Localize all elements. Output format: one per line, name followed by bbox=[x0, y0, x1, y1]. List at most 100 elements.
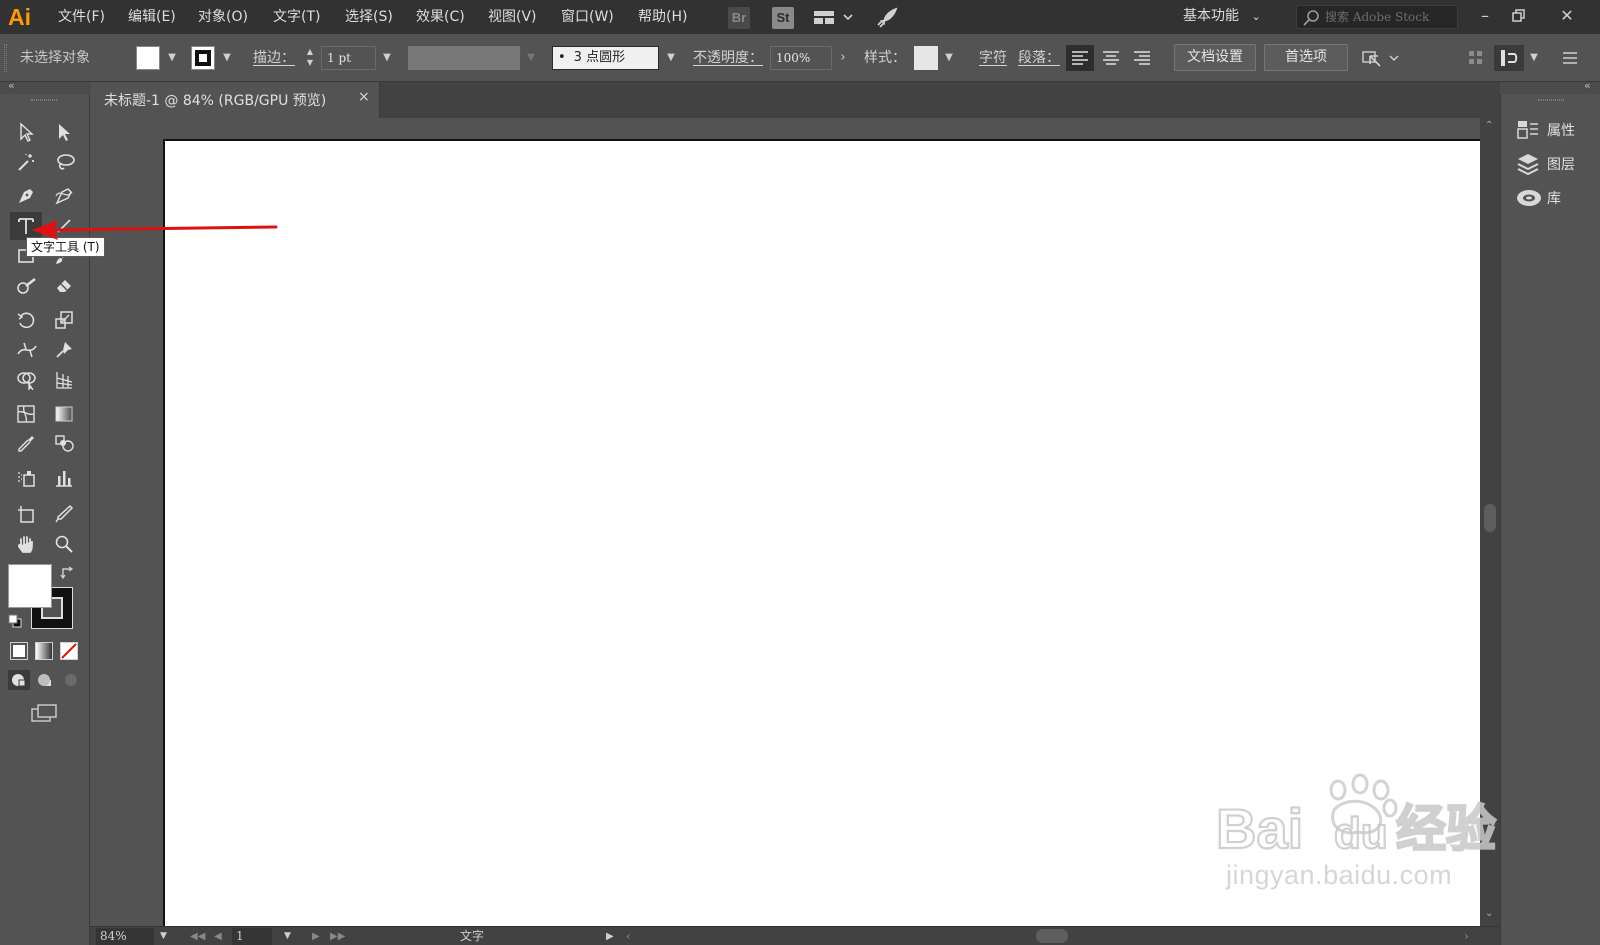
first-artboard-icon[interactable]: ◀◀ bbox=[190, 928, 205, 945]
close-document-button[interactable]: × bbox=[358, 89, 370, 105]
vertical-scroll-thumb[interactable] bbox=[1484, 504, 1496, 532]
document-tab[interactable]: 未标题-1 @ 84% (RGB/GPU 预览) × bbox=[90, 82, 380, 118]
select-similar-button[interactable] bbox=[1360, 46, 1402, 70]
none-mode-button[interactable] bbox=[60, 642, 78, 660]
control-bar-grip[interactable] bbox=[4, 44, 7, 72]
scroll-left-icon[interactable]: ‹ bbox=[626, 928, 631, 945]
direct-selection-tool[interactable] bbox=[48, 118, 80, 146]
gradient-mode-button[interactable] bbox=[35, 642, 53, 660]
zoom-tool[interactable] bbox=[48, 530, 80, 558]
fill-color-box[interactable] bbox=[8, 564, 52, 608]
curvature-tool[interactable] bbox=[48, 182, 80, 210]
horizontal-scroll-thumb[interactable] bbox=[1036, 929, 1068, 943]
artboard-tool[interactable] bbox=[10, 500, 42, 528]
lasso-tool[interactable] bbox=[48, 148, 80, 176]
paragraph-panel-link[interactable]: 段落： bbox=[1018, 47, 1060, 69]
arrange-panels-button[interactable] bbox=[1466, 48, 1486, 68]
stroke-weight-dropdown[interactable]: ▼ bbox=[378, 46, 396, 70]
fill-swatch[interactable] bbox=[136, 46, 160, 70]
hand-tool[interactable] bbox=[10, 530, 42, 558]
column-graph-tool[interactable] bbox=[48, 464, 80, 492]
opacity-label[interactable]: 不透明度： bbox=[693, 47, 763, 69]
next-artboard-icon[interactable]: ▶ bbox=[312, 928, 320, 945]
eraser-tool[interactable] bbox=[48, 272, 80, 300]
puppet-warp-tool[interactable] bbox=[48, 336, 80, 364]
variable-width-dropdown[interactable]: ▼ bbox=[522, 46, 540, 70]
menu-file[interactable]: 文件(F) bbox=[58, 0, 105, 34]
perspective-grid-tool[interactable] bbox=[48, 366, 80, 394]
zoom-dropdown-icon[interactable]: ▼ bbox=[160, 928, 167, 945]
align-left-button[interactable] bbox=[1066, 45, 1094, 71]
variable-width-profile[interactable] bbox=[408, 46, 520, 70]
arrange-documents-button[interactable] bbox=[812, 8, 856, 28]
pen-tool[interactable] bbox=[10, 182, 42, 210]
minimize-button[interactable]: – bbox=[1470, 2, 1500, 30]
magic-wand-tool[interactable] bbox=[10, 148, 42, 176]
opacity-field[interactable]: 100% bbox=[770, 46, 832, 70]
gradient-tool[interactable] bbox=[48, 400, 80, 428]
draw-normal-button[interactable] bbox=[8, 670, 30, 690]
canvas-area[interactable] bbox=[90, 118, 1480, 926]
transform-panel-button[interactable] bbox=[1494, 45, 1524, 71]
close-window-button[interactable]: ✕ bbox=[1552, 2, 1582, 30]
fill-dropdown-button[interactable]: ▼ bbox=[163, 46, 181, 70]
menu-object[interactable]: 对象(O) bbox=[198, 0, 248, 34]
screen-mode-button[interactable] bbox=[30, 702, 60, 724]
color-mode-button[interactable] bbox=[10, 642, 28, 660]
brush-definition-field[interactable]: • 3 点圆形 bbox=[552, 46, 659, 70]
artboard-number-field[interactable]: 1 bbox=[232, 928, 272, 945]
gpu-performance-button[interactable] bbox=[874, 6, 900, 30]
previous-artboard-icon[interactable]: ◀ bbox=[214, 928, 222, 945]
stroke-swatch[interactable] bbox=[191, 46, 215, 70]
stock-search-box[interactable] bbox=[1296, 5, 1458, 29]
transform-dropdown[interactable]: ▼ bbox=[1525, 46, 1543, 70]
opacity-slider-button[interactable]: › bbox=[834, 46, 852, 70]
graphic-style-swatch[interactable] bbox=[914, 46, 938, 70]
selection-tool[interactable] bbox=[10, 118, 42, 146]
menu-type[interactable]: 文字(T) bbox=[273, 0, 320, 34]
artboard-dropdown-icon[interactable]: ▼ bbox=[284, 928, 291, 945]
eyedropper-tool[interactable] bbox=[10, 430, 42, 458]
preferences-button[interactable]: 首选项 bbox=[1264, 44, 1348, 71]
stroke-weight-field[interactable]: 1 pt bbox=[321, 46, 376, 70]
layers-panel-button[interactable]: 图层 bbox=[1511, 148, 1595, 178]
artboard[interactable] bbox=[163, 139, 1480, 926]
workspace-switcher[interactable]: 基本功能 ⌄ bbox=[1183, 0, 1261, 34]
rotate-tool[interactable] bbox=[10, 306, 42, 334]
libraries-panel-button[interactable]: 库 bbox=[1511, 182, 1595, 212]
stock-button[interactable]: St bbox=[772, 7, 794, 29]
document-setup-button[interactable]: 文档设置 bbox=[1174, 44, 1256, 71]
graphic-style-dropdown[interactable]: ▼ bbox=[940, 46, 958, 70]
toolbar-grip[interactable] bbox=[31, 99, 57, 101]
vertical-scrollbar[interactable]: ⌃ ⌄ bbox=[1480, 118, 1500, 926]
panel-dock-grip[interactable] bbox=[1538, 99, 1564, 101]
menu-window[interactable]: 窗口(W) bbox=[561, 0, 614, 34]
character-panel-link[interactable]: 字符 bbox=[979, 47, 1007, 69]
menu-help[interactable]: 帮助(H) bbox=[638, 0, 687, 34]
shaper-tool[interactable] bbox=[10, 272, 42, 300]
bridge-button[interactable]: Br bbox=[728, 7, 750, 29]
menu-effect[interactable]: 效果(C) bbox=[416, 0, 465, 34]
zoom-field[interactable]: 84% bbox=[96, 928, 154, 945]
slice-tool[interactable] bbox=[48, 500, 80, 528]
menu-select[interactable]: 选择(S) bbox=[345, 0, 393, 34]
align-center-button[interactable] bbox=[1097, 45, 1125, 71]
stroke-weight-stepper[interactable]: ▲ ▼ bbox=[304, 46, 316, 70]
symbol-sprayer-tool[interactable] bbox=[10, 464, 42, 492]
blend-tool[interactable] bbox=[48, 430, 80, 458]
last-artboard-icon[interactable]: ▶▶ bbox=[330, 928, 345, 945]
mesh-tool[interactable] bbox=[10, 400, 42, 428]
properties-panel-button[interactable]: 属性 bbox=[1511, 114, 1595, 144]
shape-builder-tool[interactable] bbox=[10, 366, 42, 394]
status-menu-icon[interactable]: ▶ bbox=[606, 928, 614, 945]
stock-search-input[interactable] bbox=[1325, 8, 1453, 26]
control-bar-menu-button[interactable] bbox=[1560, 48, 1580, 68]
type-tool[interactable] bbox=[10, 212, 42, 240]
draw-inside-button[interactable] bbox=[60, 670, 82, 690]
width-tool[interactable] bbox=[10, 336, 42, 364]
stroke-label[interactable]: 描边： bbox=[253, 47, 295, 69]
scale-tool[interactable] bbox=[48, 306, 80, 334]
default-fill-stroke-button[interactable] bbox=[8, 614, 22, 628]
menu-view[interactable]: 视图(V) bbox=[488, 0, 537, 34]
restore-button[interactable] bbox=[1504, 2, 1534, 30]
